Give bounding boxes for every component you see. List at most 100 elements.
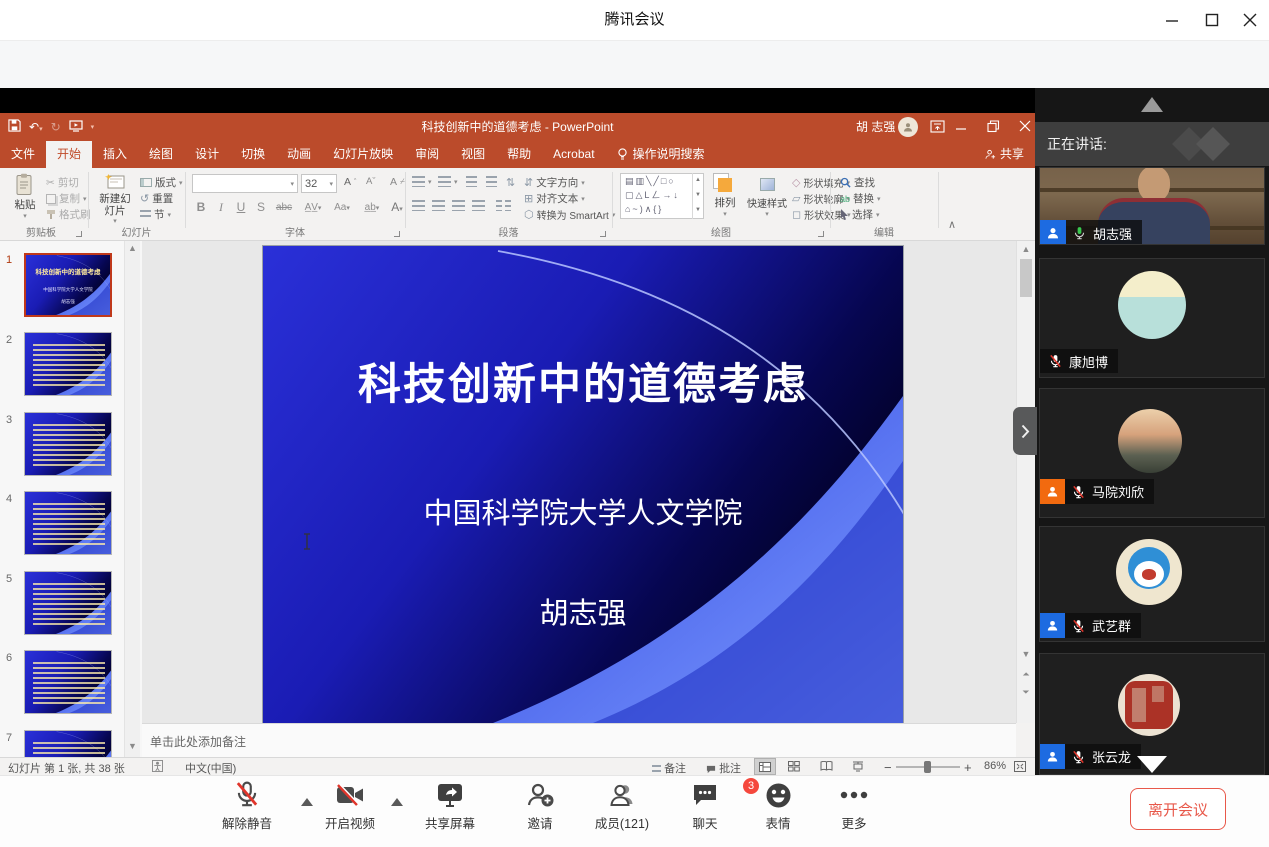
format-painter-button[interactable]: 格式刷	[46, 207, 91, 222]
more-button[interactable]: 更多	[809, 780, 899, 832]
reset-button[interactable]: ↺重置	[140, 191, 173, 206]
tab-acrobat[interactable]: Acrobat	[542, 141, 605, 168]
slide-thumbnail-4[interactable]	[24, 491, 112, 555]
slide-thumbnail-6[interactable]	[24, 650, 112, 714]
next-slide-icon[interactable]: ⏷	[1017, 687, 1035, 698]
leave-meeting-button[interactable]: 离开会议	[1130, 788, 1226, 830]
zoom-out-icon[interactable]: −	[884, 760, 892, 775]
video-tile-mayuanliuxin[interactable]: 马院刘欣	[1039, 388, 1265, 518]
smartart-button[interactable]: ⬡转换为 SmartArt▾	[524, 207, 615, 222]
shapes-scroll[interactable]: ▲▼▼	[692, 173, 703, 219]
slide-thumbnail-7[interactable]	[24, 730, 112, 757]
replace-button[interactable]: ab替换▾	[840, 191, 881, 206]
paste-button[interactable]: 粘贴▾	[8, 173, 42, 220]
tab-review[interactable]: 审阅	[404, 141, 450, 168]
bullets-button[interactable]: ▾	[412, 176, 432, 187]
previous-slide-icon[interactable]: ⏶	[1017, 669, 1035, 680]
unmute-button[interactable]: 解除静音	[202, 780, 292, 832]
tab-slideshow[interactable]: 幻灯片放映	[322, 141, 404, 168]
thumbnail-scrollbar[interactable]: ▲ ▼	[124, 241, 140, 757]
view-normal-button[interactable]	[754, 758, 776, 775]
slide-title-text[interactable]: 科技创新中的道德考虑	[263, 350, 903, 412]
new-slide-button[interactable]: 新建幻灯片▾	[94, 173, 136, 225]
decrease-font-icon[interactable]: Aˇ	[366, 176, 376, 187]
video-options-caret[interactable]	[391, 798, 403, 806]
arrange-button[interactable]: 排列▾	[710, 174, 740, 218]
panel-scroll-up-icon[interactable]	[1141, 97, 1163, 112]
columns-icon[interactable]	[496, 200, 511, 211]
tab-home[interactable]: 开始	[46, 141, 92, 168]
tab-file[interactable]: 文件	[0, 141, 46, 168]
paragraph-dialog-launcher[interactable]	[600, 231, 606, 237]
align-center-icon[interactable]	[432, 200, 445, 211]
tab-insert[interactable]: 插入	[92, 141, 138, 168]
zoom-in-icon[interactable]: +	[964, 760, 972, 775]
tab-view[interactable]: 视图	[450, 141, 496, 168]
bold-button[interactable]: B	[192, 198, 210, 217]
language-indicator[interactable]: 中文(中国)	[185, 760, 236, 775]
slide-thumbnail-3[interactable]	[24, 412, 112, 476]
thumb-scroll-down-icon[interactable]: ▼	[125, 741, 140, 751]
underline-button[interactable]: U	[232, 198, 250, 217]
font-dialog-launcher[interactable]	[394, 231, 400, 237]
members-button[interactable]: 成员(121)	[577, 780, 667, 832]
increase-indent-icon[interactable]	[486, 176, 497, 187]
accessibility-icon[interactable]	[152, 760, 163, 775]
notes-placeholder[interactable]: 单击此处添加备注	[150, 733, 246, 750]
close-button[interactable]	[1236, 6, 1264, 34]
start-video-button[interactable]: 开启视频	[305, 780, 395, 832]
italic-button[interactable]: I	[212, 198, 230, 217]
align-left-icon[interactable]	[412, 200, 425, 211]
invite-button[interactable]: 邀请	[495, 780, 585, 832]
tab-tell-me[interactable]: 操作说明搜索	[606, 141, 716, 168]
slide-thumbnail-1[interactable]: 科技创新中的道德考虑 中国科学院大学人文学院 胡志强	[24, 253, 112, 317]
ppt-minimize-icon[interactable]	[955, 120, 968, 136]
change-case-button[interactable]: Aa▾	[330, 198, 354, 217]
line-spacing-icon[interactable]: ⇅	[506, 176, 515, 189]
ppt-close-icon[interactable]	[1019, 120, 1032, 136]
tab-animations[interactable]: 动画	[276, 141, 322, 168]
align-text-button[interactable]: ⊞对齐文本▾	[524, 191, 585, 206]
slide-canvas[interactable]: 科技创新中的道德考虑 中国科学院大学人文学院 胡志强	[263, 246, 903, 723]
justify-icon[interactable]	[472, 200, 485, 211]
character-spacing-button[interactable]: A̲V̲▾	[300, 198, 326, 217]
font-size-combobox[interactable]: 32▾	[301, 174, 337, 193]
strikethrough-button[interactable]: abc	[272, 198, 296, 217]
zoom-percentage[interactable]: 86%	[984, 760, 1006, 772]
share-button[interactable]: 共享	[974, 141, 1035, 168]
video-tile-wuyiqun[interactable]: 武艺群	[1039, 526, 1265, 642]
tab-transitions[interactable]: 切换	[230, 141, 276, 168]
canvas-scroll-up-icon[interactable]: ▲	[1017, 244, 1035, 254]
numbering-button[interactable]: ▾	[438, 176, 458, 187]
maximize-button[interactable]	[1198, 6, 1226, 34]
panel-scroll-down-icon[interactable]	[1137, 756, 1167, 773]
view-reading-button[interactable]	[820, 761, 833, 774]
minimize-button[interactable]	[1158, 6, 1186, 34]
find-button[interactable]: 查找	[840, 175, 875, 190]
layout-button[interactable]: 版式▾	[140, 175, 183, 190]
notes-toggle[interactable]: 备注	[652, 760, 686, 775]
tab-help[interactable]: 帮助	[496, 141, 542, 168]
quick-styles-button[interactable]: 快速样式▾	[744, 174, 790, 218]
decrease-indent-icon[interactable]	[466, 176, 477, 187]
canvas-scroll-down-icon[interactable]: ▼	[1017, 649, 1035, 659]
copy-button[interactable]: 复制▾	[46, 191, 87, 206]
panel-expander[interactable]	[1013, 407, 1037, 455]
highlight-button[interactable]: a̲b̲▾	[360, 198, 384, 217]
slide-author-text[interactable]: 胡志强	[263, 590, 903, 632]
align-right-icon[interactable]	[452, 200, 465, 211]
shadow-button[interactable]: S	[252, 198, 270, 217]
ppt-restore-icon[interactable]	[987, 120, 1000, 136]
fit-to-window-icon[interactable]	[1014, 761, 1026, 775]
slide-thumbnail-2[interactable]	[24, 332, 112, 396]
video-tile-kangxubo[interactable]: 康旭博	[1039, 258, 1265, 378]
clipboard-dialog-launcher[interactable]	[76, 231, 82, 237]
tab-design[interactable]: 设计	[184, 141, 230, 168]
collapse-ribbon-icon[interactable]: ∧	[948, 218, 956, 231]
edit-area[interactable]: 科技创新中的道德考虑 中国科学院大学人文学院 胡志强	[142, 241, 1016, 723]
drawing-dialog-launcher[interactable]	[818, 231, 824, 237]
account-avatar[interactable]	[898, 117, 918, 137]
notes-pane[interactable]: 单击此处添加备注	[142, 723, 1016, 757]
slide-subtitle-text[interactable]: 中国科学院大学人文学院	[263, 490, 903, 532]
section-button[interactable]: 节▾	[140, 207, 171, 222]
